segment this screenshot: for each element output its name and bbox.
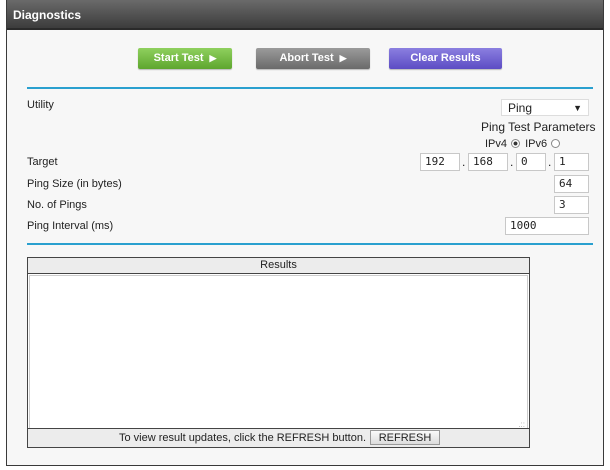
refresh-hint: To view result updates, click the REFRES… — [119, 432, 366, 444]
chevron-down-icon: ▼ — [573, 103, 582, 113]
target-label: Target — [27, 156, 58, 168]
ping-size-input[interactable]: 64 — [554, 175, 589, 193]
ping-size-label: Ping Size (in bytes) — [27, 178, 122, 190]
divider — [27, 243, 593, 245]
divider — [27, 87, 593, 89]
results-panel: Results .:: To view result updates, clic… — [27, 257, 530, 448]
play-arrow-icon: ▶ — [209, 53, 217, 63]
ipv6-label: IPv6 — [525, 138, 548, 150]
target-octet-3[interactable]: 0 — [516, 153, 546, 171]
ipv4-label: IPv4 — [485, 138, 508, 150]
results-footer: To view result updates, click the REFRES… — [28, 428, 529, 447]
ping-interval-input[interactable]: 1000 — [505, 217, 589, 235]
ipv6-radio[interactable] — [551, 139, 561, 148]
utility-selected-value: Ping — [508, 101, 533, 115]
num-pings-input[interactable]: 3 — [554, 196, 589, 214]
ipv4-radio[interactable] — [511, 139, 521, 148]
play-arrow-icon: ▶ — [339, 53, 347, 63]
abort-test-label: Abort Test — [279, 52, 334, 64]
clear-results-button[interactable]: Clear Results — [389, 48, 502, 69]
utility-select[interactable]: Ping ▼ — [501, 99, 589, 116]
ping-interval-label: Ping Interval (ms) — [27, 220, 114, 232]
octet-separator: . — [510, 155, 514, 169]
target-octet-1[interactable]: 192 — [420, 153, 460, 171]
title-bar: Diagnostics — [7, 0, 603, 30]
clear-results-label: Clear Results — [410, 52, 481, 64]
target-octet-4[interactable]: 1 — [554, 153, 589, 171]
start-test-label: Start Test — [153, 52, 204, 64]
page-title: Diagnostics — [13, 8, 82, 22]
results-header: Results — [28, 258, 529, 274]
utility-label: Utility — [27, 99, 54, 111]
start-test-button[interactable]: Start Test ▶ — [138, 48, 232, 69]
octet-separator: . — [548, 155, 552, 169]
results-textarea[interactable]: .:: — [29, 275, 528, 430]
ping-params-heading: Ping Test Parameters — [481, 120, 596, 134]
abort-test-button[interactable]: Abort Test ▶ — [256, 48, 370, 69]
octet-separator: . — [462, 155, 466, 169]
diagnostics-panel: Diagnostics Start Test ▶ Abort Test ▶ Clea… — [6, 0, 604, 466]
num-pings-label: No. of Pings — [27, 199, 87, 211]
ip-version-group: IPv4 IPv6 — [485, 138, 562, 150]
refresh-button[interactable]: REFRESH — [370, 430, 440, 445]
target-octet-2[interactable]: 168 — [468, 153, 508, 171]
